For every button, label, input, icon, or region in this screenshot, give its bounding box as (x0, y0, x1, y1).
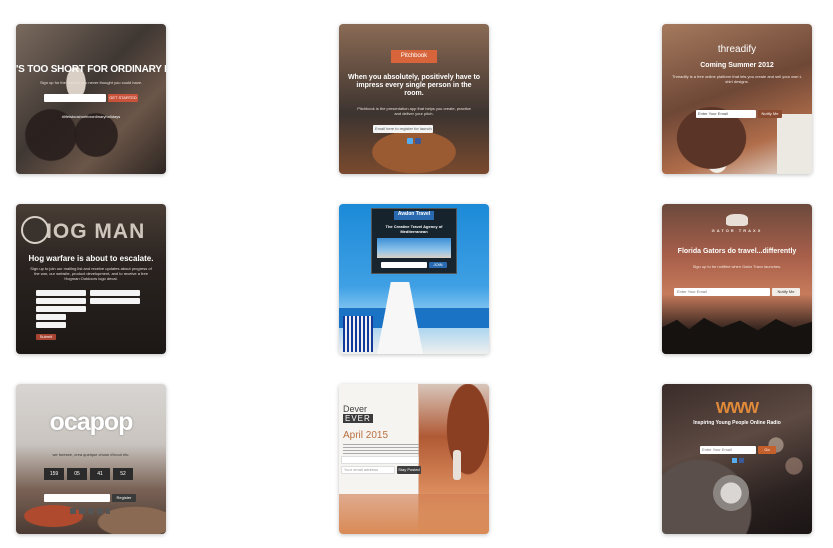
description: we foresee, crea quelque chose d'inouï e… (52, 452, 130, 457)
template-card-holidays[interactable]: 'S TOO SHORT FOR ORDINARY HOLIDA Sign up… (16, 24, 166, 174)
headline: 'S TOO SHORT FOR ORDINARY HOLIDA (16, 64, 166, 75)
template-card-pitchbook[interactable]: Pitchbook When you absolutely, positivel… (339, 24, 489, 174)
city-input[interactable] (36, 306, 86, 312)
twitter-icon[interactable] (732, 458, 737, 463)
subline: Sign up for the holiday you never though… (39, 80, 143, 85)
template-card-www-radio[interactable]: WWW Inspiring Young People Online Radio … (662, 384, 812, 534)
headline: Hog warfare is about to escalate. (28, 254, 154, 263)
email-input[interactable] (44, 494, 110, 502)
first-name-input[interactable] (36, 290, 86, 296)
state-input[interactable] (36, 314, 66, 320)
email-input[interactable]: Enter Your Email (674, 288, 770, 296)
countdown-hours: 05 (67, 468, 87, 480)
headline: When you absolutely, positively have to … (347, 74, 481, 97)
photo-treeline-silhouette (662, 317, 812, 354)
email-input[interactable]: Your email address (341, 466, 395, 474)
name-input[interactable] (341, 456, 419, 464)
countdown-minutes: 41 (90, 468, 110, 480)
photo-bokeh-lights (752, 424, 812, 494)
submit-button[interactable]: Submit (36, 334, 56, 340)
countdown-days: 159 (44, 468, 64, 480)
headline: The Creative Travel Agency of Mediterran… (385, 224, 443, 234)
social-icons[interactable] (70, 508, 110, 514)
headline: April 2015 (343, 430, 389, 441)
email-input[interactable]: Enter Your Email (700, 446, 756, 454)
notify-me-button[interactable]: Notify Me (758, 110, 782, 118)
go-button[interactable]: Go (758, 446, 776, 454)
last-name-input[interactable] (90, 290, 140, 296)
gator-traxx-logo: GATOR TRAXX (711, 228, 763, 233)
join-button[interactable]: JOIN (429, 262, 447, 268)
photo-microphone (710, 472, 752, 514)
photo-living-room (16, 474, 166, 534)
template-card-avalon-travel[interactable]: Avalon Travel The Creative Travel Agency… (339, 204, 489, 354)
template-card-gator-traxx[interactable]: GATOR TRAXX Florida Gators do travel...d… (662, 204, 812, 354)
description (343, 444, 419, 454)
headline: Florida Gators do travel...differently (677, 248, 797, 255)
avalon-logo: Avalon Travel (394, 211, 434, 220)
email-input[interactable] (381, 262, 427, 268)
template-card-dever-ever[interactable]: Dever EVER April 2015 Your email address… (339, 384, 489, 534)
ever-logo-line2: EVER (343, 414, 373, 423)
description: Pitchbook is the presentation app that h… (357, 106, 471, 116)
headline: Inspiring Young People Online Radio (693, 420, 781, 426)
hero-image-strip (377, 238, 451, 258)
notify-me-button[interactable]: Notify Me (772, 288, 800, 296)
email-input[interactable]: Enter Your Email (696, 110, 756, 118)
zip-input[interactable] (36, 322, 66, 328)
facebook-icon[interactable] (415, 138, 421, 144)
dever-logo-line1: Dever (343, 404, 368, 414)
photo-woman-walking (453, 450, 461, 480)
template-card-hogman[interactable]: HOG MAN Hog warfare is about to escalate… (16, 204, 166, 354)
email-input[interactable]: Email here to register for launch (373, 125, 433, 133)
facebook-icon[interactable] (739, 458, 744, 463)
countdown-seconds: 52 (113, 468, 133, 480)
description: Threadify is a free online platform that… (671, 74, 803, 84)
pitchbook-logo: Pitchbook (391, 50, 437, 63)
address-input[interactable] (90, 298, 140, 304)
photo-beach-foreground (339, 494, 489, 534)
ocapop-logo: ocapop (49, 408, 134, 436)
www-logo: WWW (715, 400, 759, 417)
email-input[interactable] (36, 298, 86, 304)
headline: Coming Summer 2012 (700, 62, 774, 69)
photo-wall (777, 114, 812, 174)
register-button[interactable]: Register (112, 494, 136, 502)
gator-emblem-icon (726, 214, 748, 226)
photo-smiling-child (662, 84, 772, 174)
stay-posted-button[interactable]: Stay Posted (397, 466, 421, 474)
description: Sign up to be notified when Gator Traxx … (692, 264, 782, 269)
email-input[interactable] (44, 94, 106, 102)
template-card-threadify[interactable]: threadify Coming Summer 2012 Threadify i… (662, 24, 812, 174)
description: Sign up to join our mailing list and rec… (30, 266, 152, 281)
threadify-logo: threadify (717, 44, 757, 55)
template-card-ocapop[interactable]: ocapop we foresee, crea quelque chose d'… (16, 384, 166, 534)
hog-emblem-icon (21, 216, 49, 244)
twitter-icon[interactable] (407, 138, 413, 144)
hashtag: #lifeistooshortforordinaryholidays (61, 114, 121, 119)
photo-blue-gate (343, 316, 373, 352)
get-started-button[interactable]: GET STARTED (108, 94, 138, 102)
